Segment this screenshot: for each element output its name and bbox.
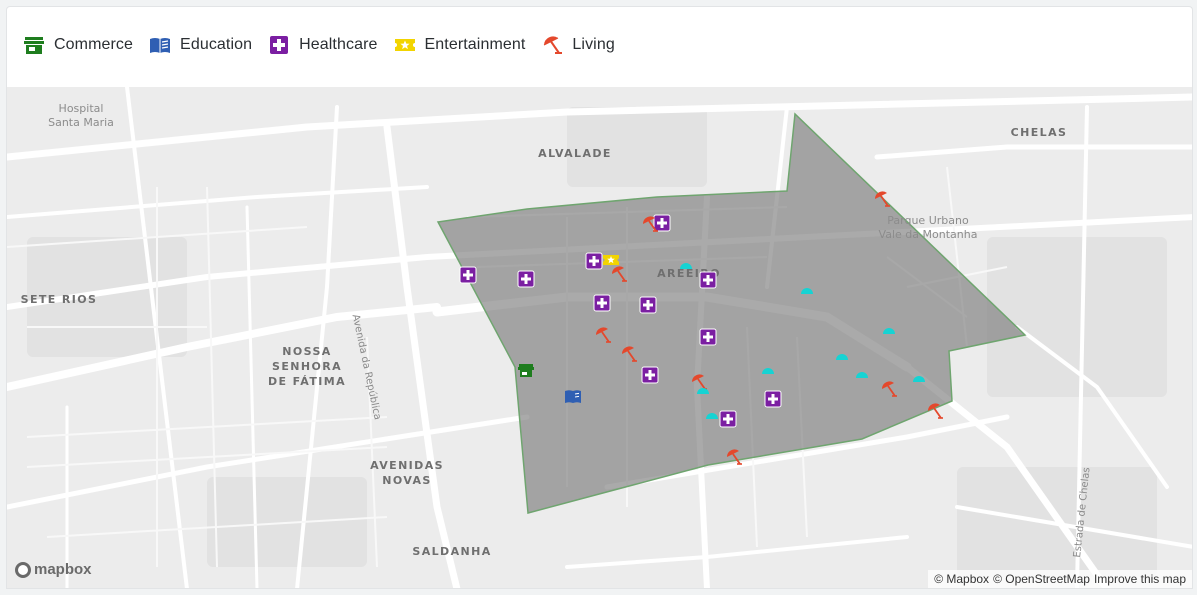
cyan-marker-icon xyxy=(706,413,718,419)
legend-label-healthcare: Healthcare xyxy=(299,36,378,53)
cyan-marker-icon xyxy=(697,388,709,394)
living-marker-icon xyxy=(875,191,890,207)
living-marker-icon xyxy=(596,327,611,343)
living-marker-icon xyxy=(882,381,897,397)
healthcare-marker-icon xyxy=(764,390,782,408)
healthcare-marker-icon xyxy=(641,366,659,384)
healthcare-marker[interactable] xyxy=(699,271,717,289)
cyan-marker[interactable] xyxy=(677,255,695,273)
commerce-marker-icon xyxy=(518,364,534,377)
cyan-marker[interactable] xyxy=(759,360,777,378)
store-icon xyxy=(24,37,44,54)
attribution-improve-link[interactable]: Improve this map xyxy=(1094,572,1186,586)
living-marker[interactable] xyxy=(594,326,612,344)
healthcare-marker[interactable] xyxy=(699,328,717,346)
commerce-marker[interactable] xyxy=(517,361,535,379)
place-label-saldanha: SALDANHA xyxy=(412,545,492,558)
cyan-marker-icon xyxy=(883,328,895,334)
living-marker-icon xyxy=(622,346,637,362)
mapbox-logo-text: mapbox xyxy=(34,561,92,578)
legend-item-entertainment[interactable]: Entertainment xyxy=(394,34,526,56)
map-attribution: © Mapbox © OpenStreetMap Improve this ma… xyxy=(928,570,1192,588)
living-marker[interactable] xyxy=(873,190,891,208)
living-marker-icon xyxy=(928,403,943,419)
cyan-marker-icon xyxy=(836,354,848,360)
cyan-marker-icon xyxy=(801,288,813,294)
cyan-marker[interactable] xyxy=(798,280,816,298)
cyan-marker[interactable] xyxy=(703,405,721,423)
cyan-marker[interactable] xyxy=(853,364,871,382)
healthcare-marker-icon xyxy=(699,271,717,289)
healthcare-marker[interactable] xyxy=(593,294,611,312)
legend-label-education: Education xyxy=(180,36,253,53)
healthcare-marker[interactable] xyxy=(639,296,657,314)
mapbox-logo-icon xyxy=(15,561,31,578)
living-marker[interactable] xyxy=(620,345,638,363)
place-label-chelas: CHELAS xyxy=(1010,126,1068,139)
healthcare-marker-icon xyxy=(593,294,611,312)
living-marker[interactable] xyxy=(725,448,743,466)
legend-item-education[interactable]: Education xyxy=(149,34,252,56)
poi-label-hospital: Hospital Santa Maria xyxy=(48,102,114,129)
healthcare-marker[interactable] xyxy=(459,266,477,284)
legend: Commerce Education Healthcare Entertainm… xyxy=(23,34,631,56)
cyan-marker-icon xyxy=(680,263,692,269)
legend-item-commerce[interactable]: Commerce xyxy=(23,34,133,56)
living-marker[interactable] xyxy=(880,380,898,398)
healthcare-marker[interactable] xyxy=(719,410,737,428)
legend-label-entertainment: Entertainment xyxy=(424,36,526,53)
star-ticket-icon xyxy=(394,39,415,51)
cyan-marker[interactable] xyxy=(910,368,928,386)
healthcare-marker-icon xyxy=(719,410,737,428)
healthcare-marker[interactable] xyxy=(764,390,782,408)
legend-item-living[interactable]: Living xyxy=(541,34,615,56)
cyan-marker[interactable] xyxy=(694,380,712,398)
mapbox-logo[interactable]: mapbox xyxy=(15,561,92,578)
cyan-marker-icon xyxy=(856,372,868,378)
living-marker-icon xyxy=(727,449,742,465)
education-marker-icon xyxy=(565,390,581,403)
healthcare-marker-icon xyxy=(459,266,477,284)
entertainment-marker-icon xyxy=(603,255,619,265)
healthcare-marker-icon xyxy=(639,296,657,314)
poi-label-parque: Parque Urbano Vale da Montanha xyxy=(878,214,978,241)
cyan-marker[interactable] xyxy=(880,320,898,338)
education-marker[interactable] xyxy=(564,387,582,405)
place-label-sete-rios: SETE RIOS xyxy=(20,293,98,306)
healthcare-marker[interactable] xyxy=(585,252,603,270)
cyan-marker[interactable] xyxy=(833,346,851,364)
living-marker-icon xyxy=(643,216,658,232)
legend-item-healthcare[interactable]: Healthcare xyxy=(268,34,377,56)
cyan-marker-icon xyxy=(762,368,774,374)
book-icon xyxy=(150,38,171,53)
beach-umbrella-icon xyxy=(544,36,563,54)
healthcare-marker-icon xyxy=(699,328,717,346)
healthcare-marker-icon xyxy=(517,270,535,288)
cyan-marker-icon xyxy=(913,376,925,382)
living-marker[interactable] xyxy=(641,215,659,233)
place-label-alvalade: ALVALADE xyxy=(538,147,612,160)
healthcare-marker[interactable] xyxy=(641,366,659,384)
place-label-avenidas-novas: AVENIDAS NOVAS xyxy=(370,459,444,487)
plus-square-icon xyxy=(270,36,289,54)
legend-label-living: Living xyxy=(572,36,615,53)
healthcare-marker[interactable] xyxy=(517,270,535,288)
living-marker[interactable] xyxy=(926,402,944,420)
legend-label-commerce: Commerce xyxy=(54,36,134,53)
healthcare-marker-icon xyxy=(585,252,603,270)
entertainment-marker[interactable] xyxy=(602,251,620,269)
map[interactable]: ALVALADE CHELAS AREEIRO SETE RIOS NOSSA … xyxy=(6,87,1193,589)
legend-card: Commerce Education Healthcare Entertainm… xyxy=(6,6,1193,87)
attribution-osm-link[interactable]: © OpenStreetMap xyxy=(993,572,1090,586)
attribution-mapbox-link[interactable]: © Mapbox xyxy=(934,572,989,586)
place-label-nossa-senhora: NOSSA SENHORA DE FÁTIMA xyxy=(267,345,347,388)
